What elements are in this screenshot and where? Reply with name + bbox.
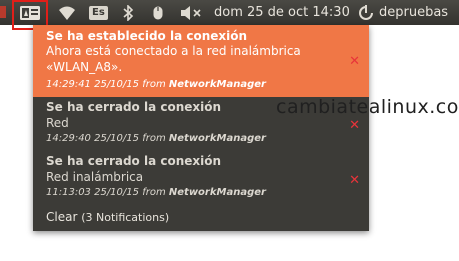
bluetooth-indicator[interactable] bbox=[122, 0, 134, 25]
bluetooth-icon bbox=[123, 4, 134, 21]
notification-body-line: Red inalámbrica bbox=[46, 170, 144, 184]
mouse-indicator[interactable] bbox=[152, 0, 164, 25]
notification-title: Se ha establecido la conexión bbox=[46, 29, 248, 43]
user-name: depruebas bbox=[379, 5, 449, 20]
notification-body-line: Ahora está conectado a la red inalámbric… bbox=[46, 44, 301, 58]
notification-time: 14:29:40 25/10/15 bbox=[46, 133, 140, 144]
notification-meta: 11:13:03 25/10/15 from NetworkManager bbox=[46, 187, 266, 198]
notification-body-line: «WLAN_A8». bbox=[46, 60, 123, 74]
notification-item[interactable]: Se ha cerrado la conexión Red inalámbric… bbox=[33, 147, 369, 203]
notification-item[interactable]: Se ha establecido la conexión Ahora está… bbox=[33, 25, 369, 97]
wifi-icon bbox=[59, 6, 75, 20]
keyboard-indicator[interactable]: Es bbox=[89, 0, 108, 25]
notification-meta: 14:29:40 25/10/15 from NetworkManager bbox=[46, 133, 266, 144]
close-icon[interactable]: ✕ bbox=[349, 174, 360, 187]
notification-app: NetworkManager bbox=[168, 187, 266, 198]
close-icon[interactable]: ✕ bbox=[349, 119, 360, 132]
volume-muted-icon bbox=[181, 5, 201, 20]
watermark-text: cambiatealinux.com bbox=[276, 96, 459, 118]
mouse-icon bbox=[153, 6, 163, 19]
clear-count: (3 Notifications) bbox=[81, 211, 170, 224]
notification-from: from bbox=[142, 187, 166, 198]
notification-title: Se ha cerrado la conexión bbox=[46, 154, 222, 168]
clock-indicator[interactable]: dom 25 de oct 14:30 bbox=[214, 0, 350, 25]
notification-from: from bbox=[142, 79, 166, 90]
notification-app: NetworkManager bbox=[168, 79, 266, 90]
notification-title: Se ha cerrado la conexión bbox=[46, 100, 222, 114]
keyboard-layout-label: Es bbox=[89, 5, 108, 20]
notification-time: 11:13:03 25/10/15 bbox=[46, 187, 140, 198]
top-panel: Es dom 25 de oct 14:30 depruebas bbox=[0, 0, 459, 30]
clear-label: Clear bbox=[46, 210, 78, 224]
notification-menu: Se ha establecido la conexión Ahora está… bbox=[33, 25, 369, 231]
notification-time: 14:29:41 25/10/15 bbox=[46, 79, 140, 90]
notification-body-line: Red bbox=[46, 116, 69, 130]
clock-label: dom 25 de oct 14:30 bbox=[214, 5, 350, 20]
wifi-indicator[interactable] bbox=[58, 0, 76, 25]
session-icon bbox=[359, 4, 373, 20]
notification-from: from bbox=[142, 133, 166, 144]
volume-indicator[interactable] bbox=[180, 0, 204, 25]
launcher-edge bbox=[0, 6, 6, 18]
notification-meta: 14:29:41 25/10/15 from NetworkManager bbox=[46, 79, 266, 90]
notification-app: NetworkManager bbox=[168, 133, 266, 144]
clear-notifications-button[interactable]: Clear (3 Notifications) bbox=[46, 210, 169, 224]
session-indicator[interactable]: depruebas bbox=[357, 0, 448, 25]
close-icon[interactable]: ✕ bbox=[349, 55, 360, 68]
